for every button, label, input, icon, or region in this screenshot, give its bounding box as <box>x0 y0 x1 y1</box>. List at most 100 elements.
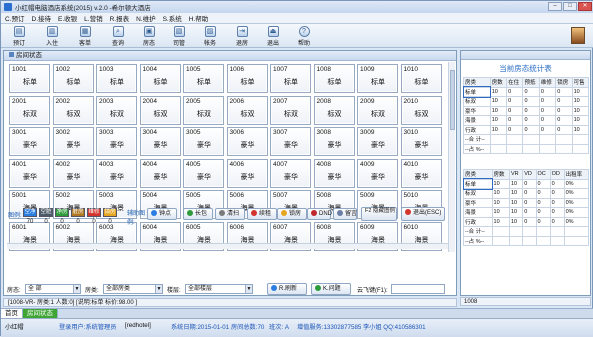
toolbar-checkin-button[interactable]: ▥ 入住 <box>38 25 66 47</box>
floor-select[interactable]: 全部楼层 ▼ <box>185 284 253 294</box>
room-tile[interactable]: 3002 豪华 <box>52 127 94 156</box>
table-row[interactable]: --占 %-- <box>463 143 590 154</box>
toolbar-account-button[interactable]: ▨ 帐务 <box>196 25 224 47</box>
room-tile[interactable]: 2008 标双 <box>313 95 355 125</box>
room-tile[interactable]: 2003 标双 <box>96 95 137 125</box>
room-tile[interactable]: 1010 标单 <box>400 64 442 93</box>
legend-filter-button[interactable]: 锁房 <box>277 208 307 220</box>
legend-filter-button[interactable]: 续租 <box>247 208 277 220</box>
table-cell: 10 <box>571 124 590 135</box>
menu-maintenance[interactable]: N.维护 <box>136 13 156 23</box>
minimize-button[interactable]: – <box>548 2 562 11</box>
room-tile[interactable]: 1005 标单 <box>183 64 224 93</box>
toolbar-checkout-button[interactable]: ⇥ 退房 <box>228 25 256 47</box>
room-tile[interactable]: 2002 标双 <box>52 95 94 125</box>
room-tile[interactable]: 2004 标双 <box>139 95 181 125</box>
room-tile[interactable]: 4008 豪华 <box>313 158 355 188</box>
table-row[interactable]: 海景 10 10 0 0 0 0% <box>463 207 590 218</box>
table-row[interactable]: 标双 10 0 0 0 0 10 <box>463 96 590 107</box>
room-tile[interactable]: 1007 标单 <box>270 64 311 93</box>
room-tile[interactable]: 4003 豪华 <box>96 158 137 188</box>
table-row[interactable]: --合 计-- <box>463 226 590 237</box>
quick-key-input[interactable] <box>391 284 445 294</box>
horizontal-scrollbar[interactable] <box>7 243 448 249</box>
tab-room-status[interactable]: 房间状态 <box>23 309 58 318</box>
legend-filter-button[interactable]: 留言 <box>333 208 357 220</box>
table-row[interactable]: 标双 10 10 0 0 0 0% <box>463 188 590 199</box>
legend-filter-button[interactable]: 长包 <box>183 208 213 220</box>
table-row[interactable]: 豪华 10 0 0 0 0 10 <box>463 105 590 116</box>
room-type-select[interactable]: 全部房类 ▼ <box>103 284 163 294</box>
room-tile[interactable]: 4006 豪华 <box>226 158 268 188</box>
room-tile[interactable]: 2007 标双 <box>270 95 311 125</box>
room-tile[interactable]: 3005 豪华 <box>183 127 224 156</box>
room-tile[interactable]: 1002 标单 <box>52 64 94 93</box>
room-tile[interactable]: 1006 标单 <box>226 64 268 93</box>
legend-filter-button[interactable]: 钟点 <box>147 208 177 220</box>
room-tile[interactable]: 2006 标双 <box>226 95 268 125</box>
maximize-button[interactable]: □ <box>563 2 577 11</box>
toolbar-guest-bill-button[interactable]: ▦ 客单 <box>71 25 99 47</box>
tab-home[interactable]: 首页 <box>1 309 23 318</box>
toolbar-exit-button[interactable]: ⏏ 退出 <box>259 25 287 47</box>
toolbar-room-status-button[interactable]: ▣ 房态 <box>135 25 163 47</box>
table-row[interactable]: --占 %-- <box>463 235 590 246</box>
legend-filter-button[interactable]: DND <box>307 208 332 220</box>
room-number: 3010 <box>403 129 418 136</box>
status-service: 增值服务:13302877585 <box>297 324 362 331</box>
room-tile[interactable]: 4001 豪华 <box>9 158 50 188</box>
menu-reservation[interactable]: C.预订 <box>5 13 25 23</box>
room-tile[interactable]: 1004 标单 <box>139 64 181 93</box>
room-tile[interactable]: 3008 豪华 <box>313 127 355 156</box>
toolbar-query-button[interactable]: ⌕ 查询 <box>104 25 132 47</box>
room-tile[interactable]: 1008 标单 <box>313 64 355 93</box>
room-tile[interactable]: 1001 标单 <box>9 64 50 93</box>
close-button[interactable]: ✕ <box>578 2 592 11</box>
exit-esc-button[interactable]: 退出(ESC) <box>401 207 445 221</box>
toolbar-book-button[interactable]: ▤ 预订 <box>5 25 33 47</box>
room-tile[interactable]: 3001 豪华 <box>9 127 50 156</box>
toolbar-manage-button[interactable]: ▧ 司管 <box>165 25 193 47</box>
table-row[interactable]: --合 计-- <box>463 134 590 145</box>
menu-marketing[interactable]: L.营销 <box>84 13 102 23</box>
table-row[interactable]: 行政 10 0 0 0 0 10 <box>463 124 590 135</box>
toolbar-help-button[interactable]: ? 帮助 <box>290 25 318 47</box>
room-tile[interactable]: 2005 标双 <box>183 95 224 125</box>
hide-legend-button[interactable]: F2 隐藏图例 <box>361 207 397 221</box>
vertical-scrollbar[interactable] <box>448 62 455 252</box>
menu-reception[interactable]: D.接待 <box>32 13 52 23</box>
scroll-thumb[interactable] <box>450 70 455 130</box>
room-tile[interactable]: 4005 豪华 <box>183 158 224 188</box>
table-cell <box>491 235 511 246</box>
table-row[interactable]: 行政 10 10 0 0 0 0% <box>463 216 590 227</box>
room-tile[interactable]: 1009 标单 <box>357 64 398 93</box>
room-tile[interactable]: 4004 豪华 <box>139 158 181 188</box>
table-row[interactable]: 豪华 10 10 0 0 0 0% <box>463 197 590 208</box>
menu-cashier[interactable]: E.收银 <box>58 13 77 23</box>
menu-help[interactable]: H.帮助 <box>189 13 209 23</box>
table-row[interactable]: 标单 10 0 0 0 0 10 <box>462 86 590 98</box>
room-tile[interactable]: 1003 标单 <box>96 64 137 93</box>
room-tile[interactable]: 3004 豪华 <box>139 127 181 156</box>
room-tile[interactable]: 2001 标双 <box>9 95 50 125</box>
room-tile[interactable]: 4010 豪华 <box>400 158 442 188</box>
occupancy-table: 房类 房数 在住 预抵 维修 锁房 可售 标单 10 0 0 0 0 10 标双 10 0 0 0 0 10 豪华 10 0 0… <box>462 77 590 154</box>
table-row[interactable]: 海景 10 0 0 0 0 10 <box>463 115 590 126</box>
refresh-button[interactable]: R.刷新 <box>267 283 307 295</box>
room-tile[interactable]: 3010 豪华 <box>400 127 442 156</box>
room-tile[interactable]: 2009 标双 <box>357 95 398 125</box>
room-tile[interactable]: 2010 标双 <box>400 95 442 125</box>
room-tile[interactable]: 3003 豪华 <box>96 127 137 156</box>
table-row[interactable]: 标单 10 10 0 0 0 0% <box>462 178 590 190</box>
legend-filter-button[interactable]: 清扫 <box>215 208 245 220</box>
room-status-select[interactable]: 全 部 ▼ <box>25 284 81 294</box>
room-tile[interactable]: 3006 豪华 <box>226 127 268 156</box>
room-tile[interactable]: 3007 豪华 <box>270 127 311 156</box>
menu-reports[interactable]: R.报表 <box>110 13 130 23</box>
room-tile[interactable]: 4002 豪华 <box>52 158 94 188</box>
room-tile[interactable]: 4009 豪华 <box>357 158 398 188</box>
query-button[interactable]: K.问题 <box>311 283 351 295</box>
menu-system[interactable]: S.系统 <box>163 13 182 23</box>
room-tile[interactable]: 3009 豪华 <box>357 127 398 156</box>
room-tile[interactable]: 4007 豪华 <box>270 158 311 188</box>
